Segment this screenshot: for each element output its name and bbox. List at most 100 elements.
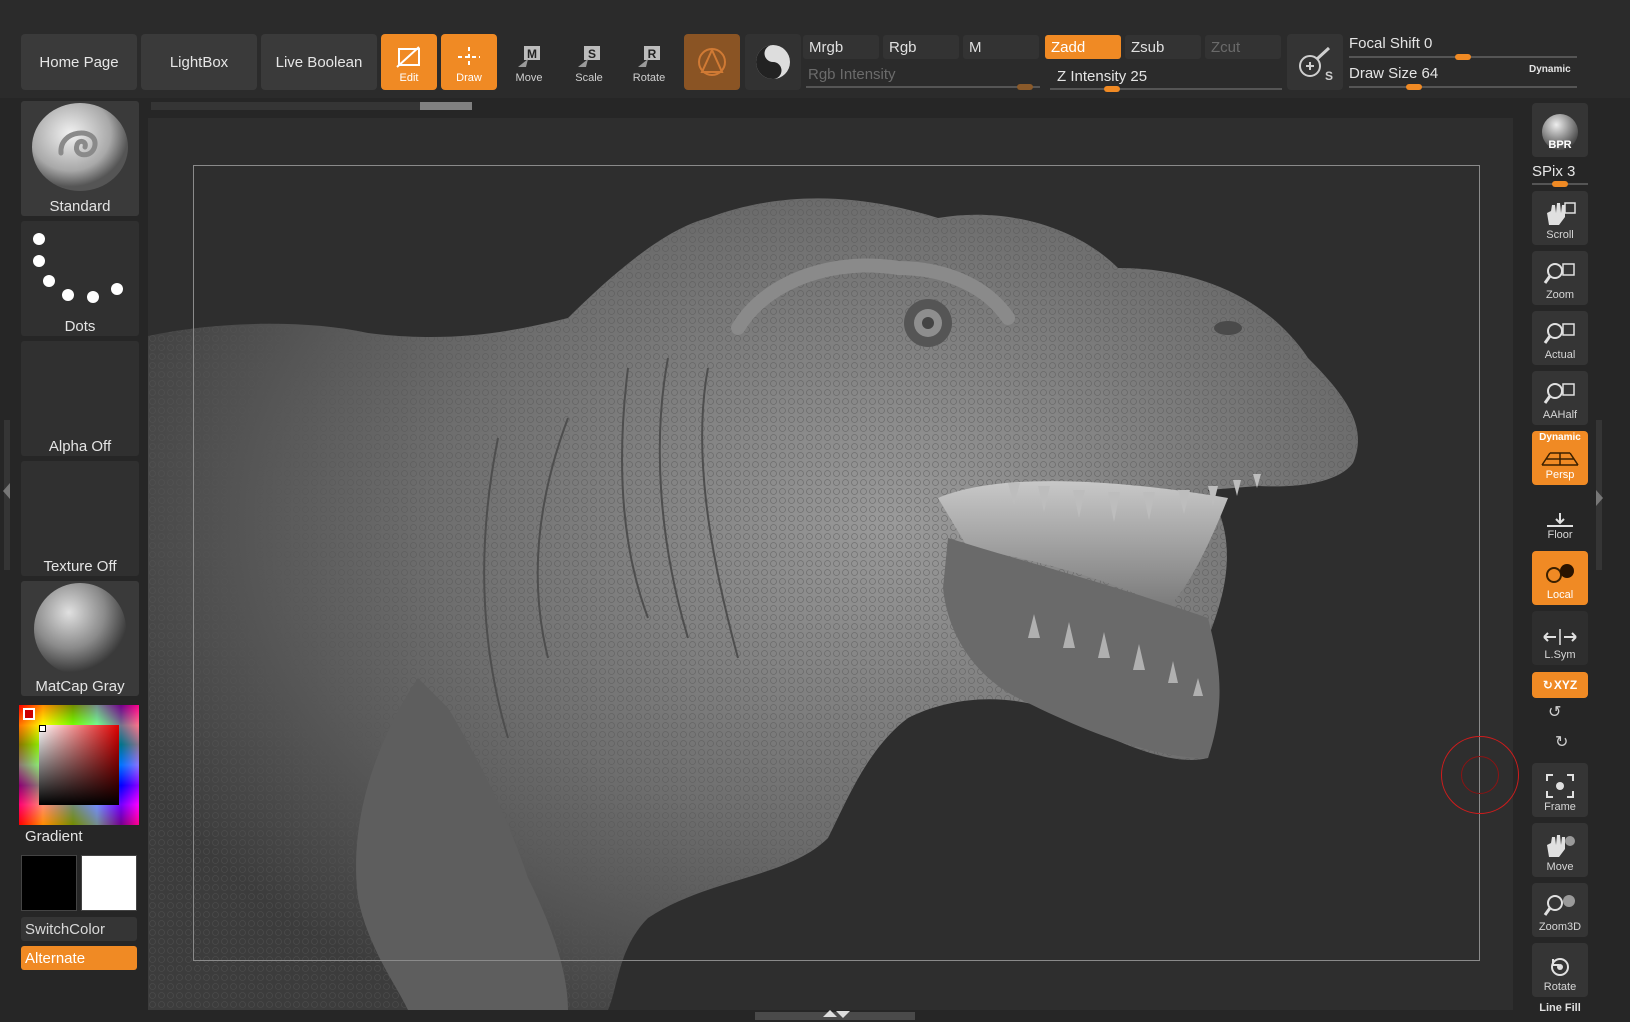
persp-label: Persp [1545,469,1575,481]
edit-button[interactable]: Edit [381,34,437,90]
local-label: Local [1546,589,1574,601]
brush-thumbnail[interactable]: Standard [21,101,139,216]
rotate-view-label: Rotate [1543,981,1577,993]
persp-dynamic-tag: Dynamic [1539,432,1581,443]
alpha-thumbnail[interactable]: Alpha Off [21,341,139,456]
draw-button[interactable]: Draw [441,34,497,90]
move-icon: M [518,46,540,67]
sculptris-pro-icon [698,47,726,76]
rotate-view-icon [1551,958,1569,976]
draw-size-knob[interactable] [1406,84,1423,90]
edit-label: Edit [399,72,419,84]
lazy-mouse-button[interactable]: S [1287,34,1343,90]
draw-size-slider[interactable] [1349,86,1577,88]
bpr-label: BPR [1548,139,1572,151]
actual-size-icon [1543,323,1575,344]
spix-knob[interactable] [1552,181,1568,187]
scale-icon: S [578,46,600,67]
floor-icon [1547,513,1573,527]
local-rotation-icon [1546,564,1574,583]
left-tray-arrow-icon[interactable] [3,483,10,499]
material-label: MatCap Gray [35,678,125,695]
scroll-button[interactable]: Scroll [1532,191,1588,245]
rgb-intensity-slider[interactable] [806,86,1040,88]
alternate-button[interactable]: Alternate [21,946,137,970]
scale-button[interactable]: S Scale [561,34,617,90]
rgb-intensity-label: Rgb Intensity [808,66,896,83]
actual-button[interactable]: Actual [1532,311,1588,365]
z-intensity-slider[interactable] [1050,88,1282,90]
scroll-hand-icon [1547,202,1576,225]
secondary-color-swatch[interactable] [21,855,77,911]
zoom3d-label: Zoom3D [1538,921,1582,933]
y-axis-rotate-icon[interactable]: ↺ [1548,702,1561,722]
dynamic-size-toggle[interactable]: Dynamic [1529,64,1571,75]
rotate-button[interactable]: R Rotate [621,34,677,90]
scale-key-glyph: S [588,47,596,61]
focal-shift-label: Focal Shift 0 [1349,35,1433,52]
bottom-tray-up-arrow-icon[interactable] [823,1010,837,1017]
home-page-button[interactable]: Home Page [21,34,137,90]
rgb-button[interactable]: Rgb [883,35,959,59]
floor-label: Floor [1547,529,1573,541]
mrgb-button[interactable]: Mrgb [803,35,879,59]
move-hand-icon [1547,835,1575,857]
rotate-icon: R [638,46,660,67]
alpha-label: Alpha Off [48,438,112,455]
zoom-button[interactable]: Zoom [1532,251,1588,305]
gradient-label[interactable]: Gradient [25,828,83,845]
zoom3d-icon [1543,895,1575,916]
lsym-label: L.Sym [1544,649,1576,661]
line-fill-button[interactable]: Line Fill [1532,1002,1588,1014]
xyz-rotate-icon: ↻ [1542,678,1553,692]
aahalf-icon [1543,383,1575,404]
zcut-button[interactable]: Zcut [1205,35,1281,59]
zsub-button[interactable]: Zsub [1125,35,1201,59]
svg-text:S: S [1325,69,1333,83]
switch-color-button[interactable]: SwitchColor [21,917,137,941]
m-button[interactable]: M [963,35,1039,59]
bpr-button[interactable]: BPR [1532,103,1588,157]
rotate-key-glyph: R [648,47,657,61]
spix-label: SPix 3 [1532,163,1576,180]
move-button[interactable]: M Move [501,34,557,90]
frame-button[interactable]: Frame [1532,763,1588,817]
aahalf-button[interactable]: AAHalf [1532,371,1588,425]
aahalf-label: AAHalf [1542,409,1578,421]
texture-thumbnail[interactable]: Texture Off [21,461,139,576]
persp-button[interactable]: Dynamic Persp [1532,431,1588,485]
local-button[interactable]: Local [1532,551,1588,605]
material-toggle-button[interactable] [745,34,801,90]
main-color-swatch[interactable] [81,855,137,911]
material-thumbnail[interactable]: MatCap Gray [21,581,139,696]
zadd-button[interactable]: Zadd [1045,35,1121,59]
perspective-grid-icon [1541,452,1579,466]
sv-marker[interactable] [39,725,46,732]
xyz-button[interactable]: ↻ XYZ [1532,672,1588,698]
z-intensity-label: Z Intensity 25 [1057,68,1148,85]
move-view-button[interactable]: Move [1532,823,1588,877]
focal-shift-knob[interactable] [1455,54,1471,60]
zoom3d-button[interactable]: Zoom3D [1532,883,1588,937]
z-intensity-knob[interactable] [1104,86,1120,92]
draw-icon [458,47,480,67]
rotate-view-button[interactable]: Rotate [1532,943,1588,997]
dots-stroke-icon [33,233,123,303]
move-label: Move [515,72,543,84]
top-toolbar: Home Page LightBox Live Boolean Edit Dra… [0,0,1630,98]
stroke-thumbnail[interactable]: Dots [21,221,139,336]
color-picker-sv-square[interactable] [39,725,119,805]
document-tab-active[interactable] [420,102,472,110]
frame-icon [1546,774,1574,798]
rgb-intensity-knob[interactable] [1017,84,1034,90]
right-tray-arrow-icon[interactable] [1596,490,1603,506]
bottom-tray-down-arrow-icon[interactable] [836,1011,850,1018]
z-axis-rotate-icon[interactable]: ↻ [1555,732,1568,752]
live-boolean-button[interactable]: Live Boolean [261,34,377,90]
floor-button[interactable]: Floor [1532,491,1588,541]
lsym-button[interactable]: L.Sym [1532,611,1588,665]
sculptris-pro-button[interactable] [684,34,740,90]
hue-marker[interactable] [23,708,35,720]
lightbox-button[interactable]: LightBox [141,34,257,90]
actual-label: Actual [1544,349,1576,361]
